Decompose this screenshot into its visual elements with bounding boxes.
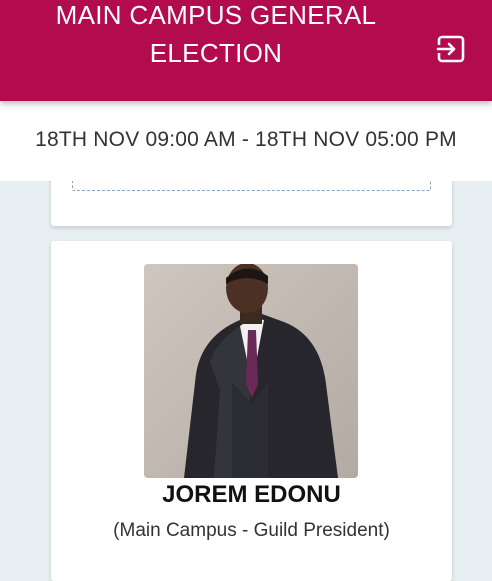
election-title-line-2: ELECTION <box>149 38 283 68</box>
candidate-photo-image <box>144 264 358 478</box>
election-title-line-1: MAIN CAMPUS GENERAL <box>55 0 377 30</box>
exit-to-app-icon <box>436 35 465 63</box>
election-title: MAIN CAMPUS GENERAL ELECTION <box>30 0 402 72</box>
app-header: MAIN CAMPUS GENERAL ELECTION <box>0 0 492 101</box>
election-schedule: 18TH NOV 09:00 AM - 18TH NOV 05:00 PM <box>35 128 457 151</box>
candidate-card[interactable]: JOREM EDONU (Main Campus - Guild Preside… <box>51 241 452 581</box>
candidate-name: JOREM EDONU <box>162 481 341 508</box>
candidate-position: (Main Campus - Guild President) <box>113 520 390 541</box>
exit-button[interactable] <box>436 34 466 64</box>
candidate-photo <box>144 264 358 478</box>
schedule-bar: 18TH NOV 09:00 AM - 18TH NOV 05:00 PM <box>0 101 492 181</box>
